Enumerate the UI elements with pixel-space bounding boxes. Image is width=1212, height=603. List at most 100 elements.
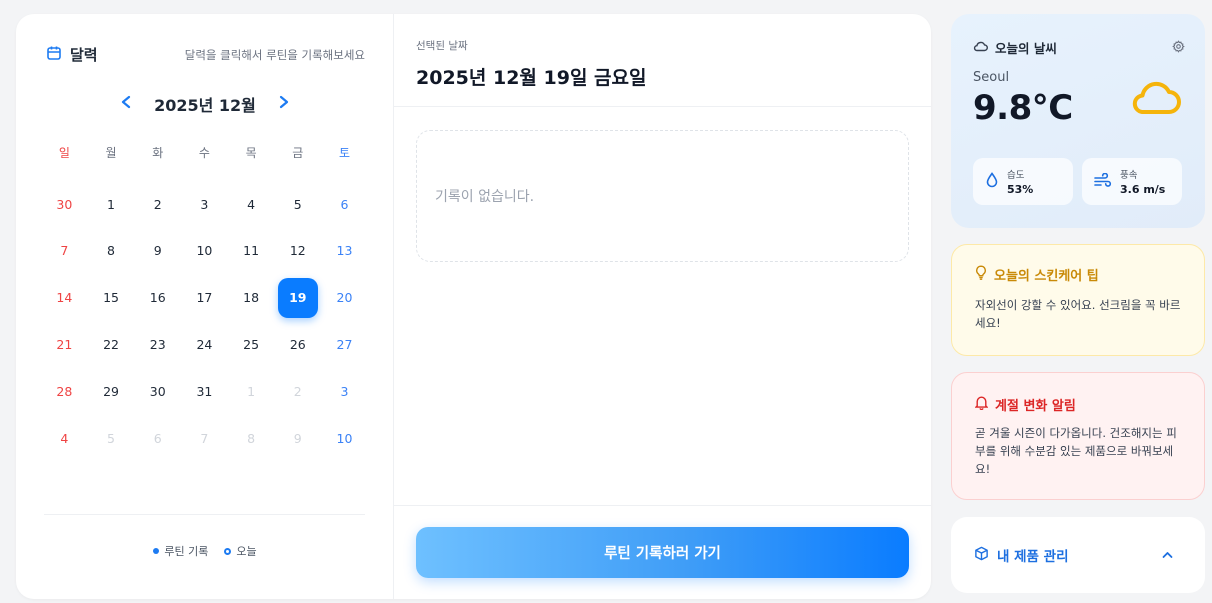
calendar-day[interactable]: 17 (181, 274, 228, 321)
calendar-day[interactable]: 4 (41, 415, 88, 462)
calendar-day[interactable]: 18 (228, 274, 275, 321)
calendar-day[interactable]: 5 (274, 181, 321, 228)
calendar-day[interactable]: 2 (274, 368, 321, 415)
calendar-day-number: 10 (196, 243, 213, 259)
calendar-day-number: 8 (107, 243, 115, 259)
calendar-day-number: 7 (60, 243, 69, 259)
calendar-day-number: 9 (153, 243, 162, 259)
calendar-day[interactable]: 31 (181, 368, 228, 415)
calendar-day[interactable]: 16 (134, 274, 181, 321)
calendar-day-number: 2 (153, 196, 162, 212)
cloud-small-icon (973, 40, 988, 55)
main-card: 달력 달력을 클릭해서 루틴을 기록해보세요 2025년 12월 일 월 화 수 목 금 토… (16, 14, 931, 599)
calendar-day[interactable]: 21 (41, 321, 88, 368)
season-alert-body: 곧 겨울 시즌이 다가옵니다. 건조해지는 피부를 위해 수분감 있는 제품으로… (975, 426, 1177, 476)
calendar-day[interactable]: 3 (321, 368, 368, 415)
calendar-day[interactable]: 14 (41, 274, 88, 321)
calendar-day-number: 3 (200, 196, 209, 212)
legend-today-label: 오늘 (236, 545, 257, 558)
calendar-day-number: 11 (243, 243, 260, 259)
calendar-day[interactable]: 7 (41, 228, 88, 275)
calendar-day-number: 5 (293, 196, 302, 212)
calendar-day-number: 4 (60, 430, 69, 446)
weekday-header: 화 (152, 145, 164, 160)
routine-dot-icon (153, 548, 160, 554)
calendar-day[interactable]: 30 (134, 368, 181, 415)
calendar-day-number: 30 (56, 196, 73, 212)
calendar-day-number: 26 (289, 337, 306, 353)
calendar-day-number: 2 (293, 383, 302, 399)
calendar-day-number: 23 (149, 337, 166, 353)
calendar-day-number: 6 (153, 430, 162, 446)
calendar-day[interactable]: 4 (228, 181, 275, 228)
calendar-day[interactable]: 24 (181, 321, 228, 368)
legend-divider (44, 514, 365, 515)
calendar-day[interactable]: 9 (134, 228, 181, 275)
calendar-day[interactable]: 10 (321, 415, 368, 462)
calendar-day[interactable]: 7 (181, 415, 228, 462)
prev-month-button[interactable] (120, 95, 132, 113)
calendar-day-number: 24 (196, 337, 213, 353)
calendar-panel: 달력 달력을 클릭해서 루틴을 기록해보세요 2025년 12월 일 월 화 수 목 금 토… (16, 14, 394, 599)
calendar-day[interactable]: 15 (88, 274, 135, 321)
calendar-day[interactable]: 13 (321, 228, 368, 275)
calendar-day-number: 5 (107, 430, 115, 446)
calendar-hint: 달력을 클릭해서 루틴을 기록해보세요 (184, 47, 365, 62)
season-alert-title: 계절 변화 알림 (974, 395, 1204, 414)
record-panel: 선택된 날짜 2025년 12월 19일 금요일 기록이 없습니다. 루틴 기록… (394, 14, 931, 599)
skincare-tip-card: 오늘의 스킨케어 팁 자외선이 강할 수 있어요. 선크림을 꼭 바르세요! (951, 244, 1205, 356)
calendar-day-selected[interactable]: 19 (274, 274, 321, 321)
next-month-button[interactable] (278, 95, 290, 113)
calendar-day[interactable]: 30 (41, 181, 88, 228)
skincare-tip-body: 자외선이 강할 수 있어요. 선크림을 꼭 바르세요! (975, 298, 1181, 330)
settings-gear-icon[interactable] (1172, 38, 1185, 57)
calendar-day[interactable]: 12 (274, 228, 321, 275)
calendar-day[interactable]: 23 (134, 321, 181, 368)
calendar-day[interactable]: 8 (228, 415, 275, 462)
my-products-title: 내 제품 관리 (974, 545, 1069, 565)
weekday-header: 토 (338, 145, 350, 160)
weekday-header: 일 (58, 145, 70, 160)
calendar-day[interactable]: 11 (228, 228, 275, 275)
legend-routine: 루틴 기록 (153, 543, 208, 559)
calendar-day-number: 3 (340, 383, 349, 399)
calendar-day[interactable]: 8 (88, 228, 135, 275)
weather-header: 오늘의 날씨 (973, 38, 1185, 57)
calendar-day[interactable]: 28 (41, 368, 88, 415)
box-icon (974, 546, 989, 565)
calendar-day[interactable]: 3 (181, 181, 228, 228)
go-record-routine-button[interactable]: 루틴 기록하러 가기 (416, 527, 909, 578)
calendar-day[interactable]: 29 (88, 368, 135, 415)
weather-card: 오늘의 날씨 Seoul 9.8°C 습도 53% 풍속 3.6 m/s (951, 14, 1205, 228)
calendar-day[interactable]: 27 (321, 321, 368, 368)
calendar-day[interactable]: 6 (321, 181, 368, 228)
calendar-day-number: 30 (149, 383, 166, 399)
calendar-day[interactable]: 22 (88, 321, 135, 368)
skincare-tip-title: 오늘의 스킨케어 팁 (975, 265, 1204, 284)
calendar-day[interactable]: 1 (228, 368, 275, 415)
calendar-day-number: 6 (340, 196, 349, 212)
calendar-day-number: 14 (56, 290, 73, 306)
wind-icon (1094, 172, 1112, 191)
calendar-day[interactable]: 20 (321, 274, 368, 321)
calendar-day[interactable]: 6 (134, 415, 181, 462)
calendar-day-number: 20 (336, 290, 353, 306)
record-empty-box: 기록이 없습니다. (416, 130, 909, 262)
calendar-day-number: 1 (247, 383, 256, 399)
selected-date-caption: 선택된 날짜 (416, 40, 468, 52)
calendar-day[interactable]: 9 (274, 415, 321, 462)
calendar-day[interactable]: 5 (88, 415, 135, 462)
calendar-day[interactable]: 10 (181, 228, 228, 275)
calendar-day[interactable]: 25 (228, 321, 275, 368)
my-products-toggle[interactable]: 내 제품 관리 (951, 517, 1205, 593)
record-divider (394, 106, 931, 107)
calendar-day-number: 25 (243, 337, 260, 353)
calendar-grid: 일 월 화 수 목 금 토 30 1 2 3 4 5 6 7 8 9 10 11 12 13 14 15 16 17 18 19 20… (41, 134, 368, 462)
legend-routine-label: 루틴 기록 (164, 545, 209, 558)
calendar-day-number: 21 (56, 337, 73, 353)
calendar-day[interactable]: 2 (134, 181, 181, 228)
calendar-header: 달력 달력을 클릭해서 루틴을 기록해보세요 (46, 44, 365, 65)
calendar-day[interactable]: 26 (274, 321, 321, 368)
calendar-day[interactable]: 1 (88, 181, 135, 228)
my-products-title-text: 내 제품 관리 (997, 549, 1069, 565)
